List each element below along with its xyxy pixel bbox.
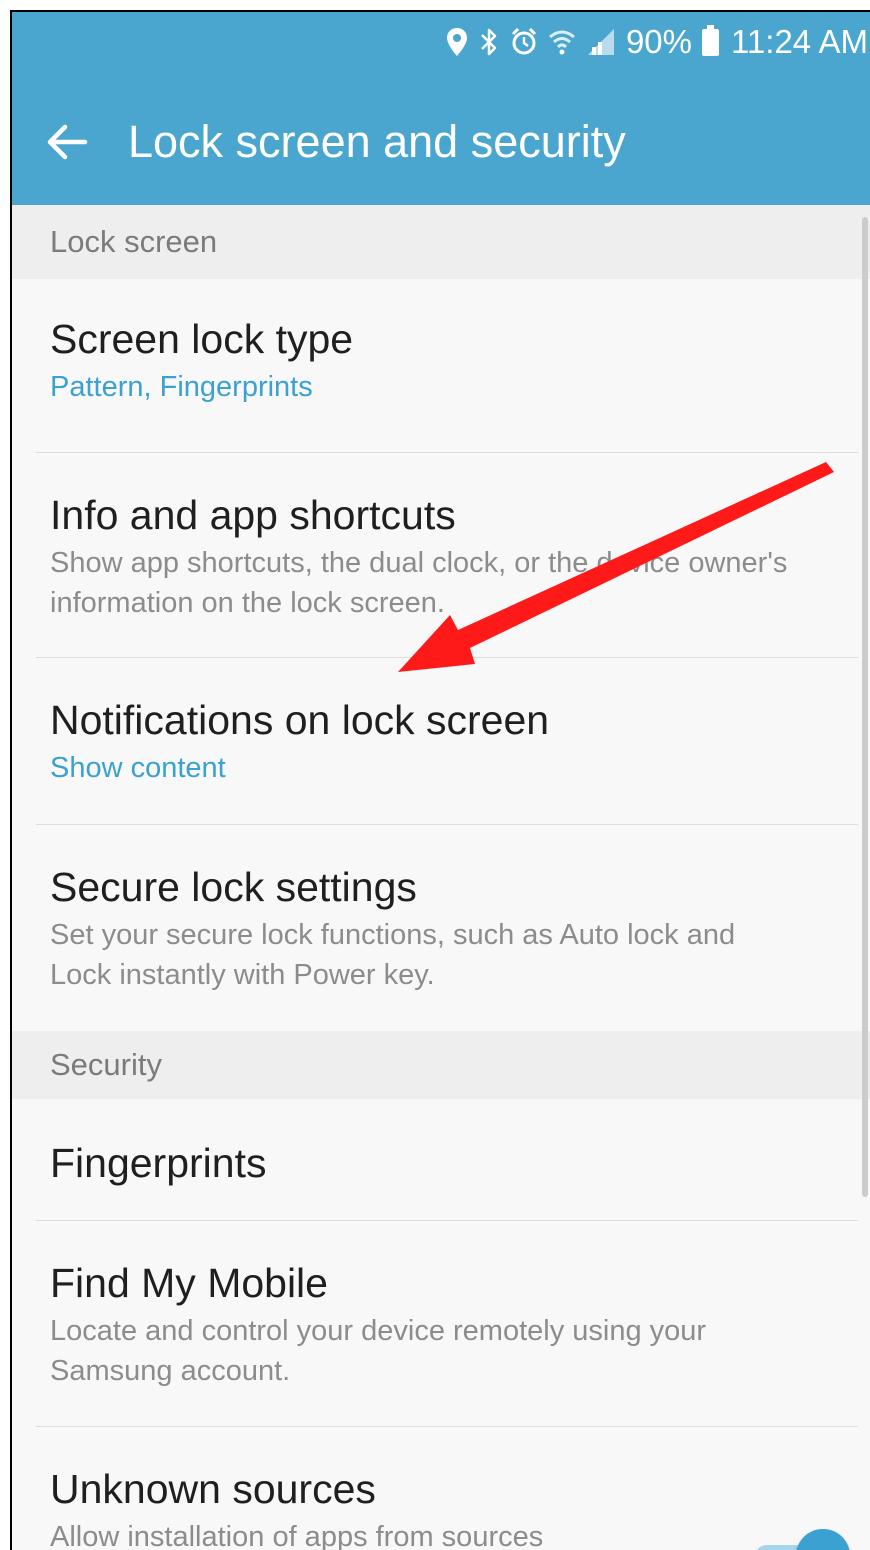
phone-screen: 90% 11:24 AM Lock screen and security Lo… [10, 10, 870, 1550]
unknown-sources-toggle[interactable] [754, 1529, 850, 1550]
alarm-icon [510, 27, 538, 57]
section-header-security: Security [12, 1031, 870, 1099]
setting-description: Show app shortcuts, the dual clock, or t… [50, 547, 788, 619]
setting-title: Secure lock settings [50, 864, 417, 910]
battery-percent: 90% [625, 23, 693, 60]
setting-screen-lock-type[interactable]: Screen lock type Pattern, Fingerprints [12, 279, 870, 453]
back-arrow-icon [47, 124, 88, 160]
bluetooth-icon [478, 27, 500, 57]
wifi-icon [548, 27, 576, 57]
scrollbar[interactable] [862, 217, 868, 1197]
setting-title: Find My Mobile [50, 1260, 328, 1306]
signal-icon [586, 27, 616, 57]
setting-info-and-app-shortcuts[interactable]: Info and app shortcuts Show app shortcut… [12, 453, 870, 658]
setting-description: Set your secure lock functions, such as … [50, 919, 736, 991]
settings-list[interactable]: Lock screen Screen lock type Pattern, Fi… [12, 205, 870, 1550]
setting-description: Allow installation of apps from sources [50, 1521, 544, 1550]
setting-description: Locate and control your device remotely … [50, 1315, 707, 1387]
setting-title: Info and app shortcuts [50, 492, 456, 538]
status-bar: 90% 11:24 AM [446, 20, 868, 64]
setting-value: Show content [50, 752, 226, 784]
setting-title: Fingerprints [50, 1140, 267, 1186]
battery-icon [702, 24, 720, 56]
setting-title: Unknown sources [50, 1466, 376, 1512]
setting-unknown-sources[interactable]: Unknown sources Allow installation of ap… [12, 1427, 870, 1550]
setting-title: Notifications on lock screen [50, 697, 550, 743]
toolbar: Lock screen and security [12, 92, 870, 192]
status-time: 11:24 AM [731, 23, 868, 60]
setting-fingerprints[interactable]: Fingerprints [12, 1099, 870, 1221]
back-button[interactable] [12, 92, 122, 192]
page-title: Lock screen and security [128, 116, 626, 167]
setting-secure-lock-settings[interactable]: Secure lock settings Set your secure loc… [12, 825, 870, 1031]
location-icon [446, 27, 468, 57]
setting-value: Pattern, Fingerprints [50, 371, 313, 403]
app-bar: 90% 11:24 AM Lock screen and security [12, 12, 870, 205]
setting-find-my-mobile[interactable]: Find My Mobile Locate and control your d… [12, 1221, 870, 1427]
setting-title: Screen lock type [50, 316, 354, 362]
section-header-lock-screen: Lock screen [12, 205, 870, 279]
toggle-thumb [796, 1529, 850, 1550]
setting-notifications-on-lock-screen[interactable]: Notifications on lock screen Show conten… [12, 658, 870, 825]
